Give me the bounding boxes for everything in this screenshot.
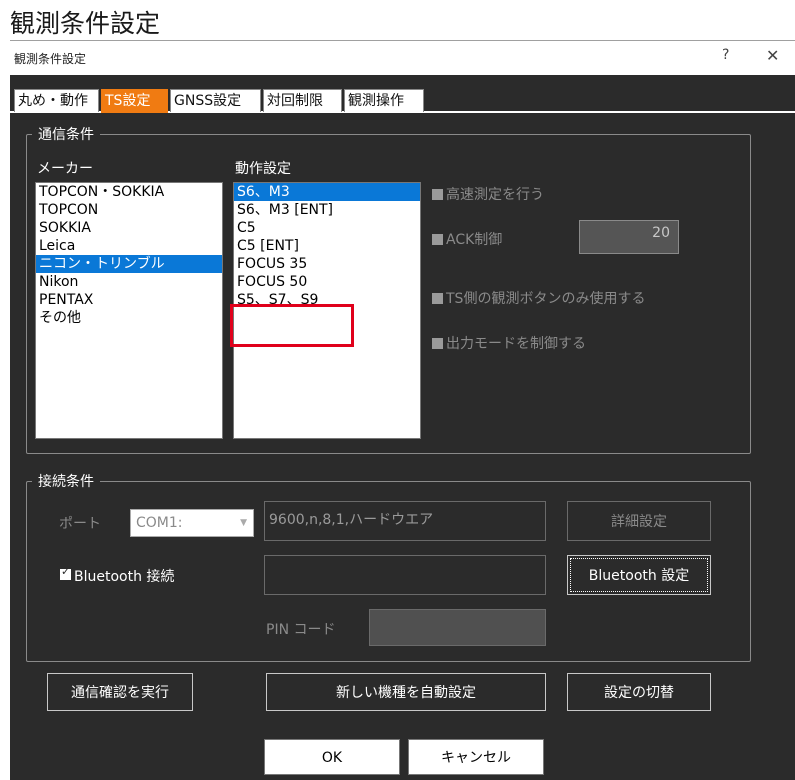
list-item[interactable]: S6、M3 (234, 183, 420, 201)
port-label: ポート (59, 516, 101, 532)
conn-conditions-title: 接続条件 (32, 471, 100, 491)
ack-control-checkbox[interactable] (432, 234, 443, 245)
port-settings-field[interactable]: 9600,n,8,1,ハードウエア (264, 501, 546, 541)
test-connection-button[interactable]: 通信確認を実行 (47, 673, 193, 711)
window-title: 観測条件設定 (14, 52, 87, 66)
ack-control-label: ACK制御 (446, 232, 503, 248)
chevron-down-icon: ▼ (240, 518, 247, 528)
page-heading: 観測条件設定 (10, 9, 161, 38)
list-item[interactable]: C5 (234, 219, 420, 237)
comm-conditions-title: 通信条件 (32, 124, 100, 144)
cancel-button[interactable]: キャンセル (408, 739, 544, 775)
fast-measure-label: 高速測定を行う (446, 187, 544, 203)
list-item[interactable]: SOKKIA (36, 219, 222, 237)
list-item[interactable]: Leica (36, 237, 222, 255)
ts-button-only-label: TS側の観測ボタンのみ使用する (446, 291, 646, 307)
pin-code-label: PIN コード (266, 622, 336, 638)
list-item[interactable]: C5 [ENT] (234, 237, 420, 255)
list-item[interactable]: S6、M3 [ENT] (234, 201, 420, 219)
checkmark-icon: ✓ (61, 565, 71, 578)
list-item[interactable]: ニコン・トリンブル (36, 255, 222, 273)
bluetooth-checkbox[interactable]: ✓ (60, 565, 71, 580)
list-item[interactable]: その他 (36, 309, 222, 327)
detail-settings-button[interactable]: 詳細設定 (567, 501, 711, 541)
list-item[interactable]: FOCUS 50 (234, 273, 420, 291)
maker-listbox[interactable]: TOPCON・SOKKIA TOPCON SOKKIA Leica ニコン・トリンブル N… (35, 182, 223, 439)
ok-button[interactable]: OK (264, 739, 400, 775)
pin-code-field[interactable] (369, 609, 546, 646)
operation-label: 動作設定 (235, 161, 291, 177)
tab-round-limit[interactable]: 対回制限 (263, 89, 342, 112)
port-combobox[interactable]: COM1: ▼ (130, 509, 254, 537)
window-titlebar: 観測条件設定 ? ✕ (10, 41, 795, 75)
auto-configure-button[interactable]: 新しい機種を自動設定 (266, 673, 546, 711)
port-value: COM1: (136, 515, 183, 531)
ack-value-field[interactable]: 20 (579, 220, 679, 254)
list-item[interactable]: Nikon (36, 273, 222, 291)
list-item[interactable]: FOCUS 35 (234, 255, 420, 273)
maker-label: メーカー (37, 161, 93, 177)
tab-observation-ops[interactable]: 観測操作 (344, 89, 424, 112)
tab-ts-settings[interactable]: TS設定 (101, 89, 168, 113)
fast-measure-checkbox[interactable] (432, 189, 443, 200)
maker-items: TOPCON・SOKKIA TOPCON SOKKIA Leica ニコン・トリンブル N… (36, 183, 222, 327)
tab-gnss-settings[interactable]: GNSS設定 (170, 89, 261, 112)
ts-button-only-checkbox[interactable] (432, 293, 443, 304)
bluetooth-settings-button[interactable]: Bluetooth 設定 (567, 555, 711, 595)
tab-rounding[interactable]: 丸め・動作 (14, 89, 99, 112)
highlight-box (230, 304, 354, 347)
list-item[interactable]: PENTAX (36, 291, 222, 309)
bluetooth-device-field[interactable] (264, 555, 546, 595)
list-item[interactable]: TOPCON・SOKKIA (36, 183, 222, 201)
switch-settings-button[interactable]: 設定の切替 (567, 673, 711, 711)
output-mode-checkbox[interactable] (432, 338, 443, 349)
help-button[interactable]: ? (722, 47, 729, 63)
close-icon[interactable]: ✕ (766, 46, 779, 65)
bluetooth-label: Bluetooth 接続 (74, 569, 175, 585)
list-item[interactable]: TOPCON (36, 201, 222, 219)
operation-items: S6、M3 S6、M3 [ENT] C5 C5 [ENT] FOCUS 35 FOCUS … (234, 183, 420, 309)
output-mode-label: 出力モードを制御する (446, 336, 586, 352)
